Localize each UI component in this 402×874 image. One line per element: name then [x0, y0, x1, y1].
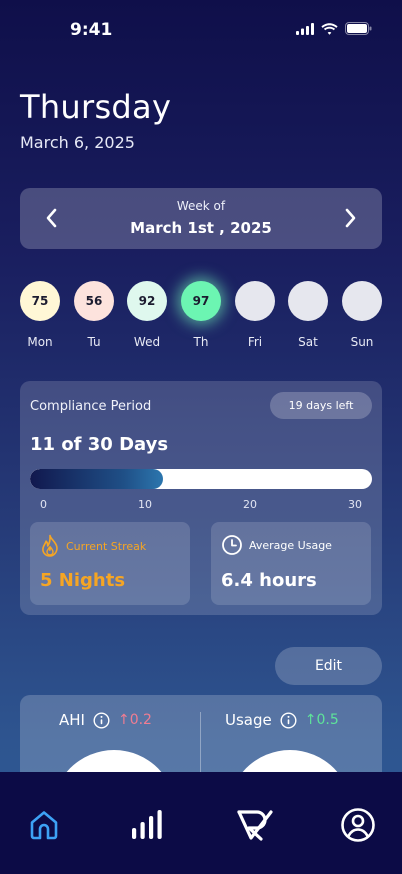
- day-wed[interactable]: 92 Wed: [127, 281, 167, 349]
- day-score-circle: 75: [20, 281, 60, 321]
- day-sun[interactable]: Sun: [342, 281, 382, 349]
- day-label: Tu: [87, 335, 101, 349]
- usage-label: Average Usage: [249, 538, 332, 552]
- next-week-button[interactable]: [338, 206, 362, 230]
- day-score-circle: [342, 281, 382, 321]
- page-title: Thursday: [20, 88, 172, 126]
- compliance-progress-text: 11 of 30 Days: [30, 434, 169, 455]
- day-score-circle: 97: [181, 281, 221, 321]
- ahi-label: AHI: [59, 711, 85, 729]
- day-label: Sat: [298, 335, 318, 349]
- current-streak-box: Current Streak 5 Nights: [30, 522, 190, 605]
- info-icon[interactable]: [93, 711, 110, 729]
- day-score-circle: [288, 281, 328, 321]
- day-label: Fri: [247, 335, 263, 349]
- info-icon[interactable]: [280, 711, 297, 729]
- progress-tick: 30: [348, 498, 362, 511]
- stats-icon: [132, 810, 162, 839]
- day-mon[interactable]: 75 Mon: [20, 281, 60, 349]
- chevron-right-icon: [345, 208, 356, 228]
- progress-tick: 20: [243, 498, 257, 511]
- battery-icon: [345, 22, 372, 35]
- day-thu[interactable]: 97 Th: [181, 281, 221, 349]
- profile-icon: [341, 808, 375, 842]
- streak-value: 5 Nights: [40, 570, 126, 591]
- days-row: 75 Mon 56 Tu 92 Wed 97 Th Fri Sat Sun: [20, 281, 382, 351]
- usage-delta: ↑0.5: [304, 712, 339, 728]
- tab-profile[interactable]: [338, 805, 378, 845]
- week-label: Week of: [176, 199, 226, 213]
- day-sat[interactable]: Sat: [288, 281, 328, 349]
- edit-button[interactable]: Edit: [275, 647, 382, 685]
- clock-icon: [222, 535, 242, 555]
- status-time: 9:41: [70, 20, 113, 40]
- days-left-badge: 19 days left: [270, 392, 372, 419]
- day-label: Wed: [133, 335, 161, 349]
- tab-logo[interactable]: [235, 805, 275, 845]
- week-selector: Week of March 1st , 2025: [20, 188, 382, 249]
- progress-tick: 10: [138, 498, 152, 511]
- compliance-title: Compliance Period: [30, 399, 152, 414]
- usage-value: 6.4 hours: [221, 570, 317, 591]
- tab-stats[interactable]: [127, 805, 167, 845]
- day-score-circle: 56: [74, 281, 114, 321]
- compliance-card: Compliance Period 19 days left 11 of 30 …: [20, 381, 382, 615]
- day-label: Th: [193, 335, 209, 349]
- compliance-progress-bar: [30, 469, 372, 489]
- streak-label: Current Streak: [66, 539, 147, 553]
- average-usage-box: Average Usage 6.4 hours: [211, 522, 371, 605]
- usage-metric: Usage ↑0.5: [225, 711, 339, 729]
- day-label: Sun: [350, 335, 374, 349]
- logo-icon: [237, 810, 273, 841]
- day-fri[interactable]: Fri: [235, 281, 275, 349]
- day-label: Mon: [27, 335, 53, 349]
- status-icons: [296, 22, 372, 35]
- page-subtitle-date: March 6, 2025: [20, 133, 135, 152]
- tab-bar: [0, 772, 402, 874]
- progress-tick: 0: [40, 498, 47, 511]
- ahi-delta: ↑0.2: [117, 712, 152, 728]
- compliance-progress-fill: [30, 469, 164, 489]
- day-score-circle: [235, 281, 275, 321]
- day-score-circle: 92: [127, 281, 167, 321]
- wifi-icon: [321, 22, 338, 35]
- home-icon: [30, 811, 58, 840]
- signal-icon: [296, 22, 314, 35]
- tab-home[interactable]: [24, 805, 64, 845]
- ahi-metric: AHI ↑0.2: [59, 711, 152, 729]
- week-date: March 1st , 2025: [130, 219, 272, 237]
- flame-icon: [42, 534, 58, 557]
- day-tue[interactable]: 56 Tu: [74, 281, 114, 349]
- usage-metric-label: Usage: [225, 711, 272, 729]
